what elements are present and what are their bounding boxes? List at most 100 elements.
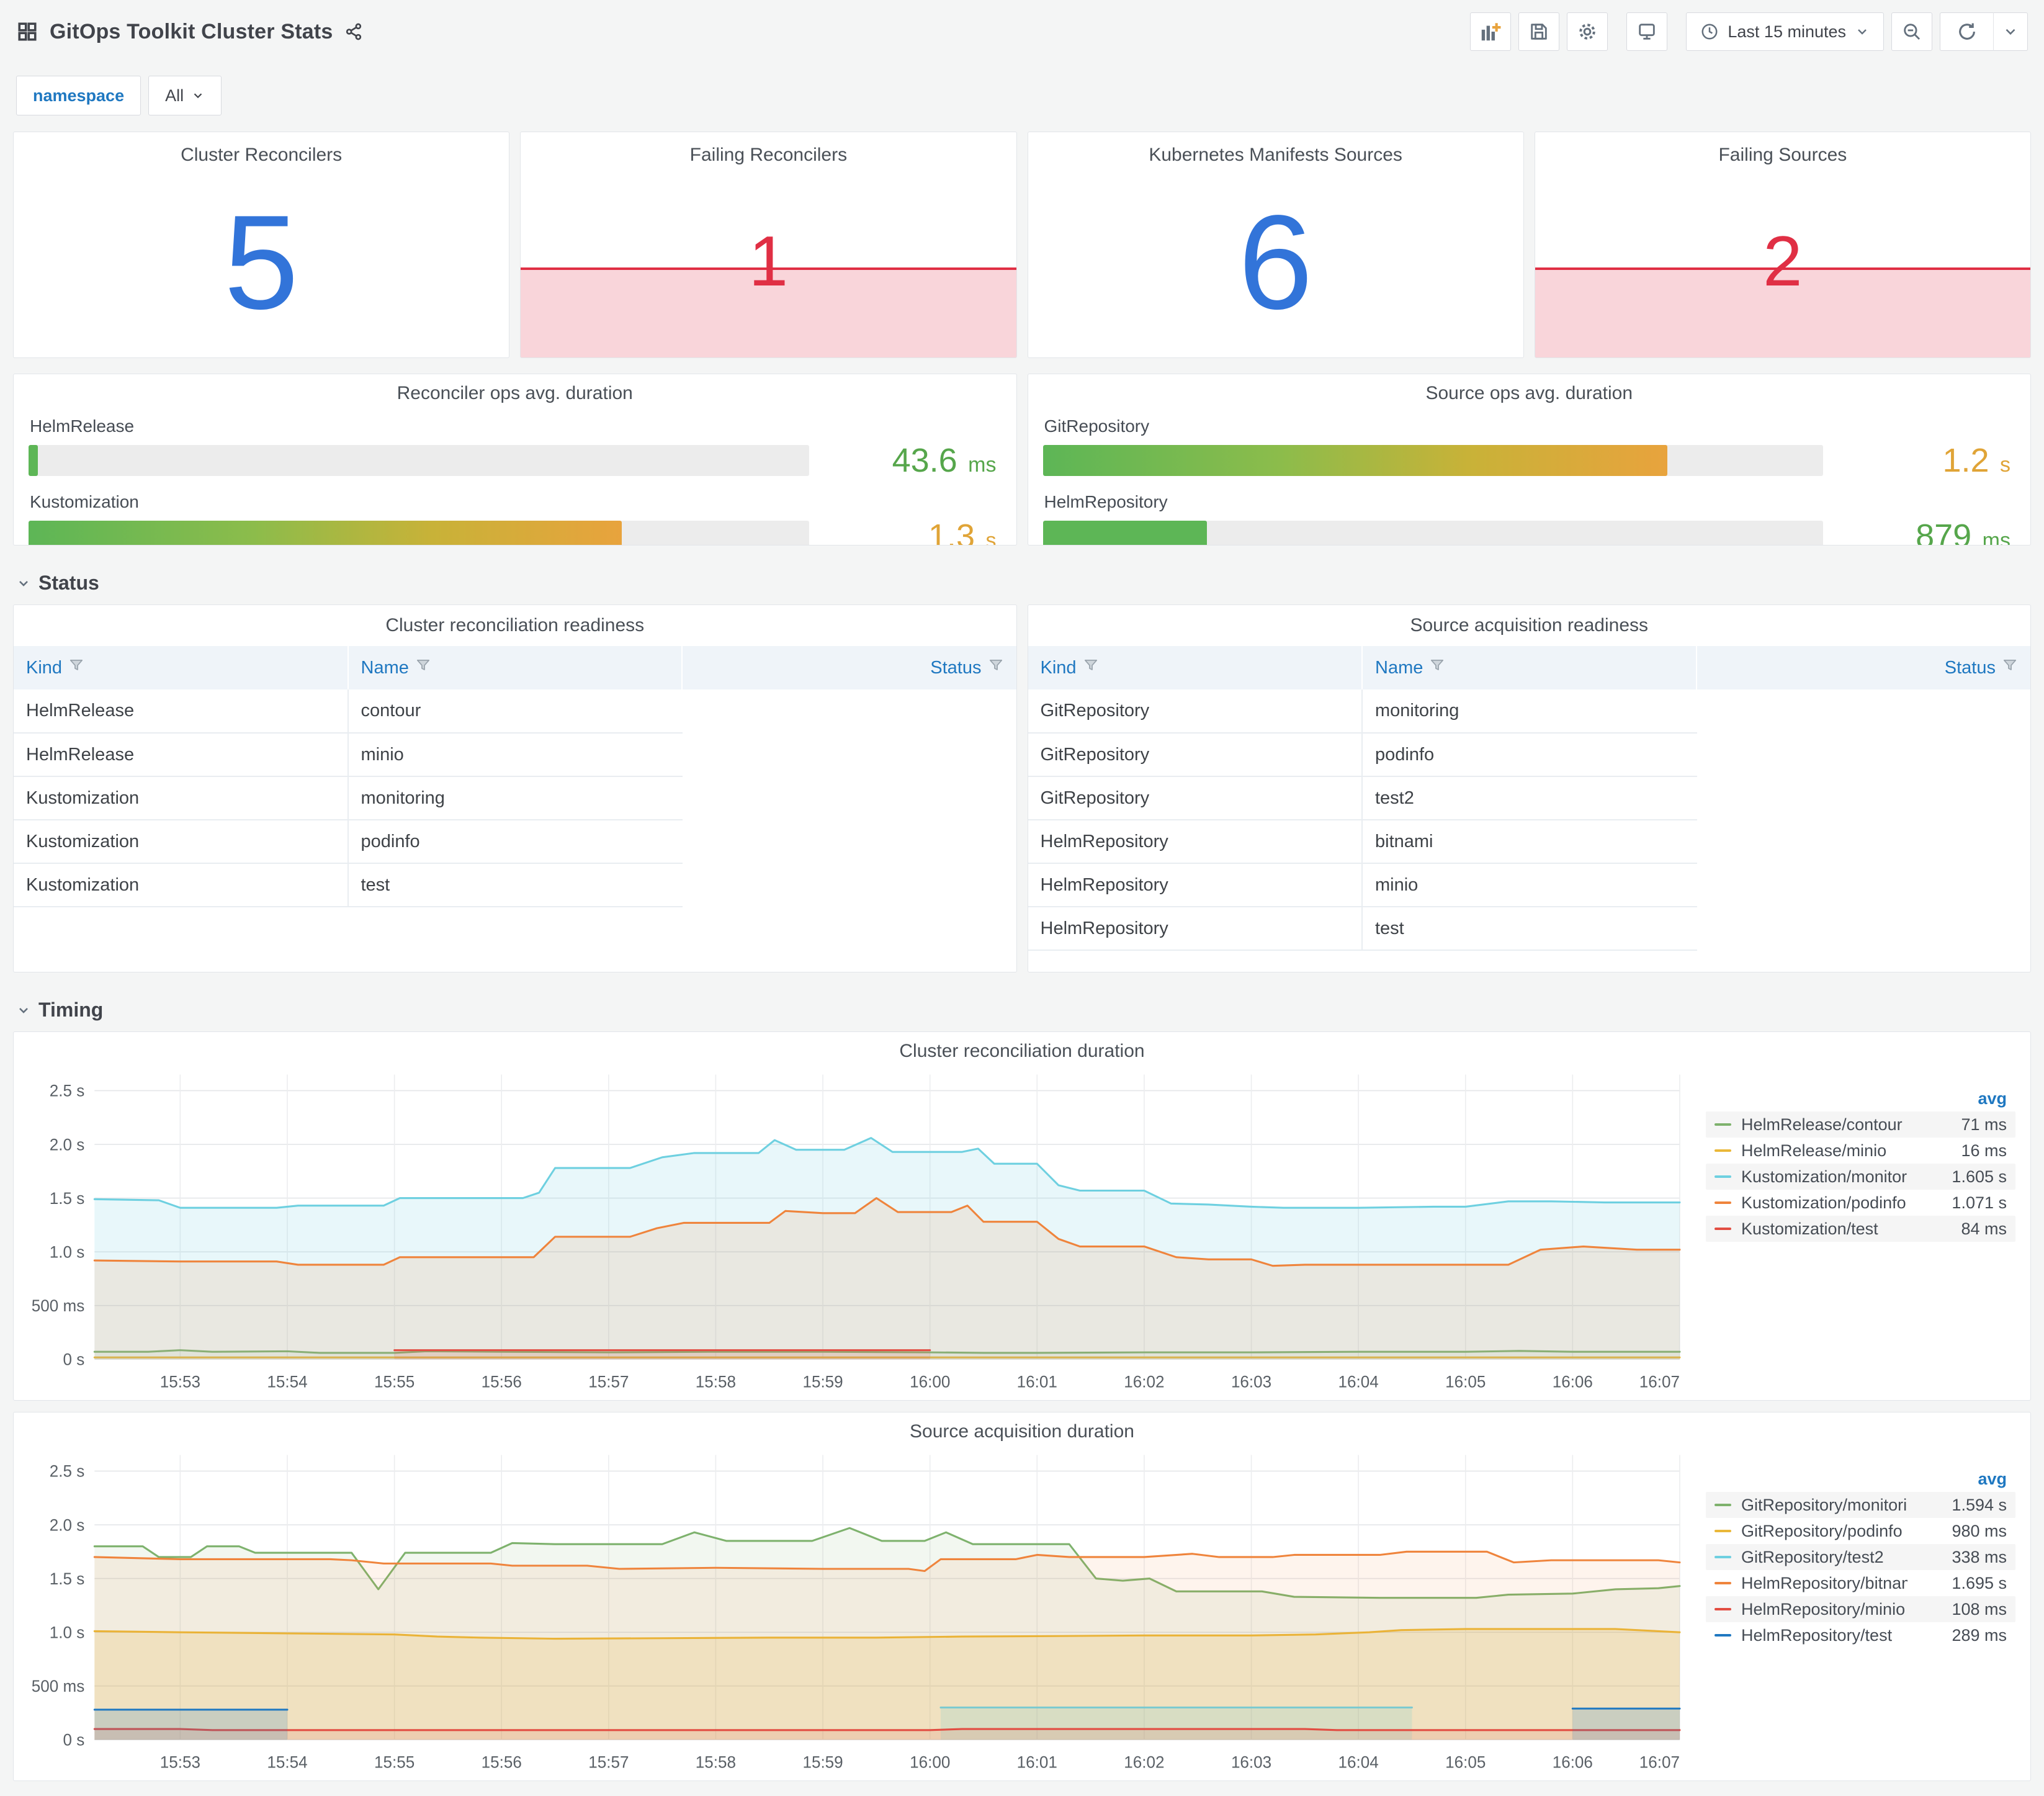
section-row-status[interactable]: Status bbox=[16, 572, 2028, 595]
panel-title[interactable]: Cluster reconciliation readiness bbox=[14, 605, 1016, 636]
svg-text:0 s: 0 s bbox=[63, 1350, 84, 1368]
variable-namespace-label[interactable]: namespace bbox=[16, 76, 141, 115]
series-name: HelmRelease/contour bbox=[1741, 1115, 1903, 1134]
save-icon bbox=[1528, 21, 1549, 42]
panel-title[interactable]: Source acquisition readiness bbox=[1028, 605, 2031, 636]
gauge-row: HelmRelease 43.6 ms bbox=[29, 416, 1002, 480]
legend-item[interactable]: HelmRepository/bitnami 1.695 s bbox=[1706, 1570, 2015, 1596]
timeseries-panel: Cluster reconciliation duration 0 s 500 m… bbox=[13, 1031, 2031, 1401]
table-body: GitRepository monitoring Ready GitRepositor… bbox=[1028, 689, 2030, 951]
series-avg-value: 980 ms bbox=[1952, 1521, 2007, 1540]
zoom-out-button[interactable] bbox=[1891, 12, 1932, 51]
legend-item[interactable]: HelmRelease/minio 16 ms bbox=[1706, 1138, 2015, 1164]
gauge-row: Kustomization 1.3 s bbox=[29, 492, 1002, 546]
refresh-button-group bbox=[1940, 12, 2028, 51]
legend-item[interactable]: GitRepository/test2 338 ms bbox=[1706, 1544, 2015, 1570]
table-cell: contour bbox=[347, 689, 682, 734]
svg-text:16:03: 16:03 bbox=[1231, 1753, 1271, 1771]
table-cell: Kustomization bbox=[14, 820, 348, 864]
filter-icon[interactable] bbox=[415, 657, 431, 673]
series-color-swatch bbox=[1715, 1634, 1731, 1637]
filter-icon[interactable] bbox=[2002, 657, 2018, 673]
gauge-track bbox=[1042, 445, 1823, 476]
svg-text:16:01: 16:01 bbox=[1017, 1753, 1057, 1771]
table-cell: HelmRepository bbox=[1028, 907, 1362, 951]
gauge-label: Kustomization bbox=[30, 492, 139, 511]
filter-icon[interactable] bbox=[988, 657, 1004, 673]
table-cell: HelmRelease bbox=[14, 733, 348, 777]
column-header-label: Status bbox=[1944, 658, 1996, 678]
tv-mode-button[interactable] bbox=[1626, 12, 1668, 51]
panel-title[interactable]: Failing Reconcilers bbox=[521, 132, 1016, 166]
column-header-status[interactable]: Status bbox=[1695, 646, 2030, 689]
refresh-dashboard-button[interactable] bbox=[1940, 12, 1993, 51]
column-header-label: Name bbox=[1375, 658, 1423, 678]
panel-title[interactable]: Reconciler ops avg. duration bbox=[29, 374, 1002, 404]
table-cell: bitnami bbox=[1361, 820, 1697, 864]
column-header-kind[interactable]: Kind bbox=[14, 646, 348, 689]
top-bar: GitOps Toolkit Cluster Stats Last 15 min… bbox=[0, 0, 2044, 53]
column-header-name[interactable]: Name bbox=[347, 646, 682, 689]
panel-title[interactable]: Cluster Reconcilers bbox=[14, 132, 509, 166]
chart-legend: avg GitRepository/monitoring 1.594 s GitRe… bbox=[1687, 1445, 2025, 1777]
legend-item[interactable]: HelmRepository/test 289 ms bbox=[1706, 1622, 2015, 1648]
series-name: Kustomization/test bbox=[1741, 1219, 1878, 1238]
svg-text:15:59: 15:59 bbox=[802, 1372, 843, 1391]
chart-plot-area[interactable]: 0 s 500 ms 1.0 s 1.5 s 2.0 s 2.5 s 15:53 15:54 1… bbox=[20, 1064, 1687, 1396]
column-header-name[interactable]: Name bbox=[1361, 646, 1697, 689]
section-row-timing[interactable]: Timing bbox=[16, 999, 2028, 1021]
svg-text:500 ms: 500 ms bbox=[32, 1677, 84, 1695]
share-icon[interactable] bbox=[344, 22, 364, 42]
legend-item[interactable]: Kustomization/podinfo 1.071 s bbox=[1706, 1190, 2015, 1216]
legend-item[interactable]: HelmRelease/contour 71 ms bbox=[1706, 1111, 2015, 1138]
table-row: HelmRelease minio Ready bbox=[14, 733, 1016, 777]
legend-item[interactable]: GitRepository/monitoring 1.594 s bbox=[1706, 1492, 2015, 1518]
svg-text:2.5 s: 2.5 s bbox=[50, 1081, 85, 1100]
status-cell: Ready bbox=[1695, 689, 2030, 734]
legend-item[interactable]: HelmRepository/minio 108 ms bbox=[1706, 1596, 2015, 1622]
legend-avg-header[interactable]: avg bbox=[1706, 1085, 2015, 1111]
panel-title[interactable]: Source ops avg. duration bbox=[1043, 374, 2016, 404]
column-header-kind[interactable]: Kind bbox=[1028, 646, 1362, 689]
chart-plot[interactable]: 0 s 500 ms 1.0 s 1.5 s 2.0 s 2.5 s 15:53 15:54 1… bbox=[20, 1064, 1687, 1396]
series-avg-value: 1.071 s bbox=[1952, 1193, 2007, 1212]
chart-plot-area[interactable]: 0 s 500 ms 1.0 s 1.5 s 2.0 s 2.5 s 15:53 15:54 1… bbox=[20, 1445, 1687, 1777]
refresh-interval-dropdown[interactable] bbox=[1993, 12, 2028, 51]
timeseries-panel: Source acquisition duration 0 s 500 ms 1.0… bbox=[13, 1412, 2031, 1781]
series-avg-value: 289 ms bbox=[1952, 1625, 2007, 1645]
table-header-row: Kind Name Status bbox=[14, 646, 1016, 689]
legend-item[interactable]: Kustomization/monitoring 1.605 s bbox=[1706, 1164, 2015, 1190]
dashboard-settings-button[interactable] bbox=[1567, 12, 1608, 51]
chart-plot[interactable]: 0 s 500 ms 1.0 s 1.5 s 2.0 s 2.5 s 15:53 15:54 1… bbox=[20, 1445, 1687, 1777]
chart-body: 0 s 500 ms 1.0 s 1.5 s 2.0 s 2.5 s 15:53 15:54 1… bbox=[14, 1062, 2030, 1400]
svg-text:15:57: 15:57 bbox=[588, 1372, 629, 1391]
gauge-label: HelmRepository bbox=[1044, 492, 1168, 511]
readiness-table: Kind Name Status HelmRelease contour Ready He… bbox=[14, 646, 1016, 907]
status-cell: Not Ready bbox=[1695, 776, 2030, 820]
panel-title[interactable]: Failing Sources bbox=[1535, 132, 2030, 166]
svg-text:16:07: 16:07 bbox=[1639, 1753, 1680, 1771]
legend-item[interactable]: Kustomization/test 84 ms bbox=[1706, 1216, 2015, 1242]
add-panel-button[interactable] bbox=[1470, 12, 1512, 51]
save-dashboard-button[interactable] bbox=[1518, 12, 1560, 51]
series-name: GitRepository/monitoring bbox=[1741, 1495, 1907, 1514]
apps-grid-icon[interactable] bbox=[16, 20, 38, 43]
filter-icon[interactable] bbox=[68, 657, 84, 673]
svg-text:15:57: 15:57 bbox=[588, 1753, 629, 1771]
filter-icon[interactable] bbox=[1083, 657, 1099, 673]
table-cell: monitoring bbox=[1361, 689, 1697, 734]
panel-title[interactable]: Kubernetes Manifests Sources bbox=[1028, 132, 1523, 166]
svg-text:15:54: 15:54 bbox=[267, 1753, 307, 1771]
bar-gauge-panel: Source ops avg. duration GitRepository 1… bbox=[1027, 374, 2031, 546]
time-range-picker[interactable]: Last 15 minutes bbox=[1686, 12, 1884, 51]
filter-icon[interactable] bbox=[1429, 657, 1445, 673]
panel-title[interactable]: Cluster reconciliation duration bbox=[14, 1032, 2030, 1062]
variable-namespace-value-dropdown[interactable]: All bbox=[148, 76, 222, 115]
svg-text:2.5 s: 2.5 s bbox=[50, 1461, 85, 1480]
gauge-value-number: 1.3 bbox=[928, 518, 975, 546]
svg-text:15:55: 15:55 bbox=[374, 1753, 415, 1771]
legend-avg-header[interactable]: avg bbox=[1706, 1466, 2015, 1492]
legend-item[interactable]: GitRepository/podinfo 980 ms bbox=[1706, 1518, 2015, 1544]
panel-title[interactable]: Source acquisition duration bbox=[14, 1412, 2030, 1442]
column-header-status[interactable]: Status bbox=[681, 646, 1016, 689]
